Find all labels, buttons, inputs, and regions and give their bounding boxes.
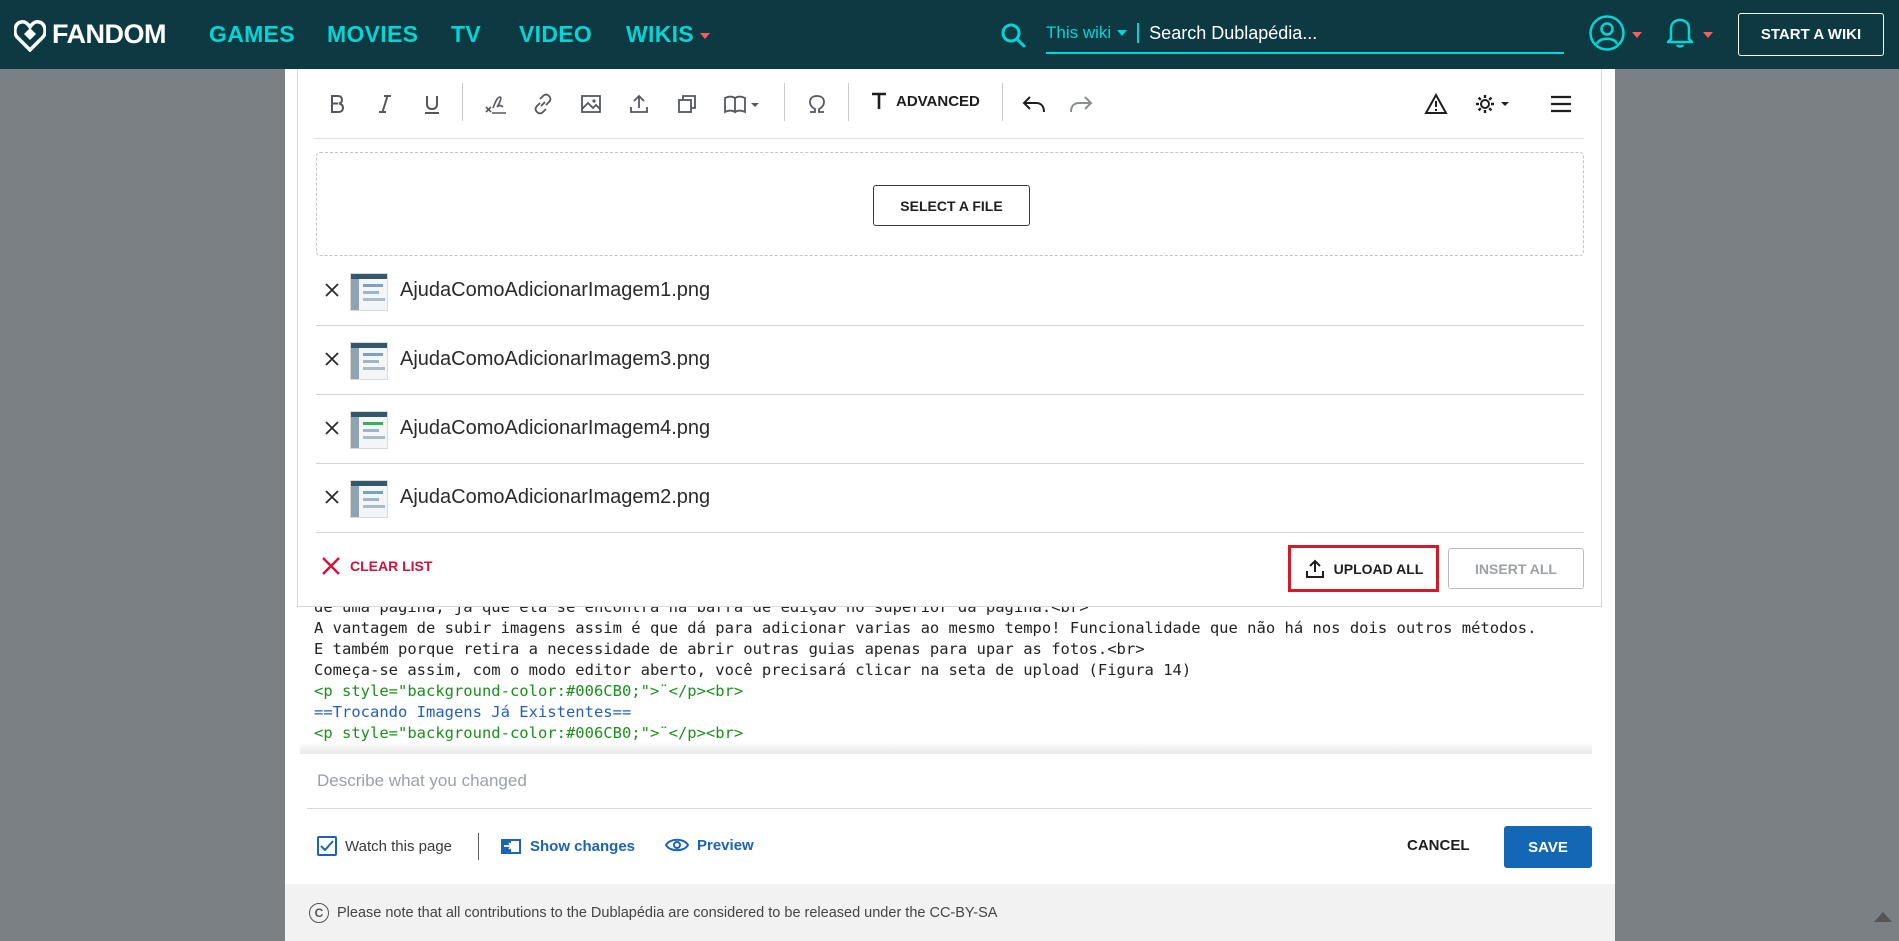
editor-line: A vantagem de subir imagens assim é que …: [314, 619, 1537, 637]
clear-list-button[interactable]: CLEAR LIST: [320, 555, 432, 577]
upload-file-row: AjudaComoAdicionarImagem2.png: [316, 464, 1584, 533]
bold-icon[interactable]: [324, 91, 350, 117]
nav-wikis[interactable]: WIKIS: [626, 21, 710, 48]
editor-line: Começa-se assim, com o modo editor abert…: [314, 661, 1192, 679]
edit-summary: [307, 753, 1592, 809]
diff-icon: [501, 839, 521, 854]
source-editor-textarea[interactable]: de uma pagina, já que ela se encontra na…: [314, 603, 1604, 749]
file-thumbnail: [350, 273, 388, 311]
editor-line: <p style="background-color:#006CB0;">¨</…: [314, 682, 744, 700]
cancel-button[interactable]: CANCEL: [1407, 837, 1470, 854]
fandom-heart-icon: [14, 20, 46, 52]
start-a-wiki-button[interactable]: START A WIKI: [1738, 13, 1884, 56]
creative-commons-icon: C: [309, 902, 329, 923]
book-menu-icon[interactable]: [722, 91, 766, 117]
toolbar-divider: [1002, 83, 1003, 121]
toolbar-divider: [848, 83, 849, 121]
preview-label: Preview: [697, 836, 754, 854]
select-a-file-button[interactable]: SELECT A FILE: [873, 185, 1030, 226]
editor-line: E também porque retira a necessidade de …: [314, 640, 1145, 658]
file-name: AjudaComoAdicionarImagem4.png: [400, 417, 711, 439]
chevron-down-icon[interactable]: [1703, 32, 1713, 38]
advanced-toggle[interactable]: ADVANCED: [870, 91, 980, 111]
watch-page-label: Watch this page: [345, 837, 452, 855]
toolbar-divider: [462, 83, 463, 121]
file-name: AjudaComoAdicionarImagem1.png: [400, 279, 711, 301]
file-dropzone[interactable]: SELECT A FILE: [316, 152, 1584, 256]
hamburger-menu-icon[interactable]: [1548, 91, 1574, 117]
insert-all-button[interactable]: INSERT ALL: [1448, 548, 1584, 589]
file-thumbnail: [350, 411, 388, 449]
save-button[interactable]: SAVE: [1504, 826, 1592, 868]
search-input[interactable]: [1139, 22, 1540, 44]
watch-page-checkbox[interactable]: Watch this page: [317, 836, 452, 856]
chevron-down-icon: [699, 32, 710, 39]
checkbox-checked-icon: [317, 836, 337, 856]
close-icon: [322, 557, 340, 575]
fandom-logo[interactable]: FANDOM: [14, 16, 167, 52]
upload-file-row: AjudaComoAdicionarImagem3.png: [316, 326, 1584, 395]
edit-summary-input[interactable]: [317, 771, 1217, 791]
remove-file-close-icon[interactable]: [320, 347, 344, 371]
brand-name: FANDOM: [52, 18, 167, 49]
nav-games[interactable]: GAMES: [209, 21, 295, 48]
italic-icon[interactable]: [372, 91, 398, 117]
search-icon[interactable]: [1000, 22, 1026, 48]
link-icon[interactable]: [530, 91, 556, 117]
show-changes-label: Show changes: [530, 837, 636, 855]
show-changes-button[interactable]: Show changes: [500, 836, 635, 856]
global-navigation: FANDOM GAMES MOVIES TV VIDEO WIKIS This …: [0, 0, 1899, 69]
editor-line: <p style="background-color:#006CB0;">¨</…: [314, 724, 744, 742]
underline-icon[interactable]: [419, 91, 445, 117]
undo-icon[interactable]: [1021, 91, 1047, 117]
chevron-down-icon: [1117, 30, 1128, 36]
editor-line: ==Trocando Imagens Já Existentes==: [314, 703, 632, 721]
redo-icon[interactable]: [1068, 91, 1094, 117]
upload-all-button[interactable]: UPLOAD ALL: [1288, 545, 1439, 592]
upload-file-row: AjudaComoAdicionarImagem4.png: [316, 395, 1584, 464]
clear-list-label: CLEAR LIST: [350, 558, 433, 574]
remove-file-close-icon[interactable]: [320, 278, 344, 302]
advanced-label: ADVANCED: [896, 92, 980, 110]
upload-all-label: UPLOAD ALL: [1333, 560, 1424, 577]
gallery-icon[interactable]: [674, 91, 700, 117]
remove-file-close-icon[interactable]: [320, 485, 344, 509]
file-thumbnail: [350, 342, 388, 380]
file-name: AjudaComoAdicionarImagem2.png: [400, 486, 711, 508]
upload-icon: [1305, 559, 1324, 578]
notifications-bell-icon[interactable]: [1665, 15, 1695, 49]
file-thumbnail: [350, 480, 388, 518]
nav-tv[interactable]: TV: [451, 21, 481, 48]
upload-dialog: ADVANCED SELECT A FILE AjudaComoAdiciona…: [297, 69, 1602, 607]
warning-icon[interactable]: [1423, 91, 1449, 117]
eye-icon: [665, 838, 689, 852]
special-characters-icon[interactable]: [804, 91, 830, 117]
toolbar-bottom-border: [314, 138, 1584, 139]
save-options-row: Watch this page Show changes Preview CAN…: [307, 825, 1592, 869]
license-text: Please note that all contributions to th…: [337, 904, 998, 921]
upload-icon[interactable]: [626, 91, 652, 117]
upload-file-row: AjudaComoAdicionarImagem1.png: [316, 257, 1584, 326]
nav-movies[interactable]: MOVIES: [327, 21, 418, 48]
user-avatar-icon[interactable]: [1588, 14, 1626, 52]
search-scope-label: This wiki: [1046, 23, 1112, 42]
text-style-icon: [872, 92, 886, 109]
license-notice: C Please note that all contributions to …: [285, 884, 1615, 941]
settings-gear-icon[interactable]: [1474, 91, 1518, 117]
file-name: AjudaComoAdicionarImagem3.png: [400, 348, 711, 370]
toolbar-divider: [784, 83, 785, 121]
chevron-down-icon[interactable]: [1632, 32, 1642, 38]
search-scope-select[interactable]: This wiki: [1046, 23, 1140, 43]
footer-divider: [478, 833, 479, 860]
scroll-up-icon[interactable]: [1874, 912, 1892, 922]
remove-file-close-icon[interactable]: [320, 416, 344, 440]
nav-wikis-label: WIKIS: [626, 21, 694, 47]
preview-button[interactable]: Preview: [665, 836, 754, 854]
search-bar: This wiki: [1046, 14, 1564, 54]
nav-video[interactable]: VIDEO: [519, 21, 592, 48]
image-icon[interactable]: [578, 91, 604, 117]
signature-icon[interactable]: [482, 91, 508, 117]
editor-toolbar: ADVANCED: [314, 81, 1584, 129]
